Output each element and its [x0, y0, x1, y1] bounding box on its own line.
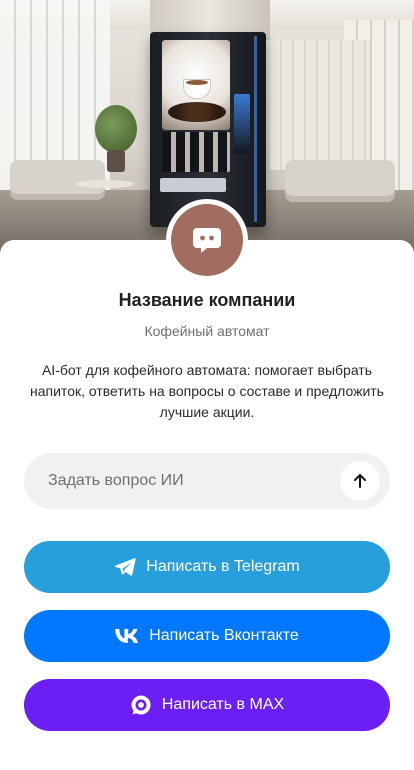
max-label: Написать в MAX — [161, 696, 285, 713]
max-icon — [131, 695, 151, 715]
hero-wall-panels — [270, 40, 370, 170]
vending-light-strip — [254, 36, 257, 222]
max-button[interactable]: Написать в MAX — [24, 679, 390, 731]
company-type: Кофейный автомат — [144, 323, 270, 339]
telegram-label: Написать в Telegram — [146, 558, 300, 575]
avatar-ring — [166, 199, 248, 281]
vending-control-panel — [234, 94, 250, 154]
coffee-surface — [186, 80, 208, 85]
telegram-button[interactable]: Написать в Telegram — [24, 541, 390, 593]
hero-plant — [95, 105, 137, 153]
send-button[interactable] — [340, 461, 380, 501]
vk-button[interactable]: Написать Вконтакте — [24, 610, 390, 662]
company-description: AI-бот для кофейного автомата: помогает … — [30, 362, 384, 420]
company-name: Название компании — [118, 290, 296, 310]
vk-label: Написать Вконтакте — [149, 627, 299, 644]
vk-icon — [115, 629, 139, 643]
hero-sofa-right — [285, 160, 395, 202]
chat-bubble-icon — [193, 228, 221, 253]
vending-dispense-slot — [160, 178, 226, 192]
avatar — [171, 204, 243, 276]
ask-ai-field — [24, 453, 390, 509]
telegram-icon — [115, 558, 136, 576]
coffee-beans — [168, 102, 226, 122]
vending-machine — [150, 32, 266, 227]
vending-screen — [162, 40, 230, 130]
vending-cups-display — [162, 132, 230, 172]
arrow-up-icon — [354, 474, 366, 488]
hero-coffee-table — [75, 180, 135, 188]
ask-ai-input[interactable] — [48, 472, 390, 490]
hero-plant-pot — [107, 150, 125, 172]
